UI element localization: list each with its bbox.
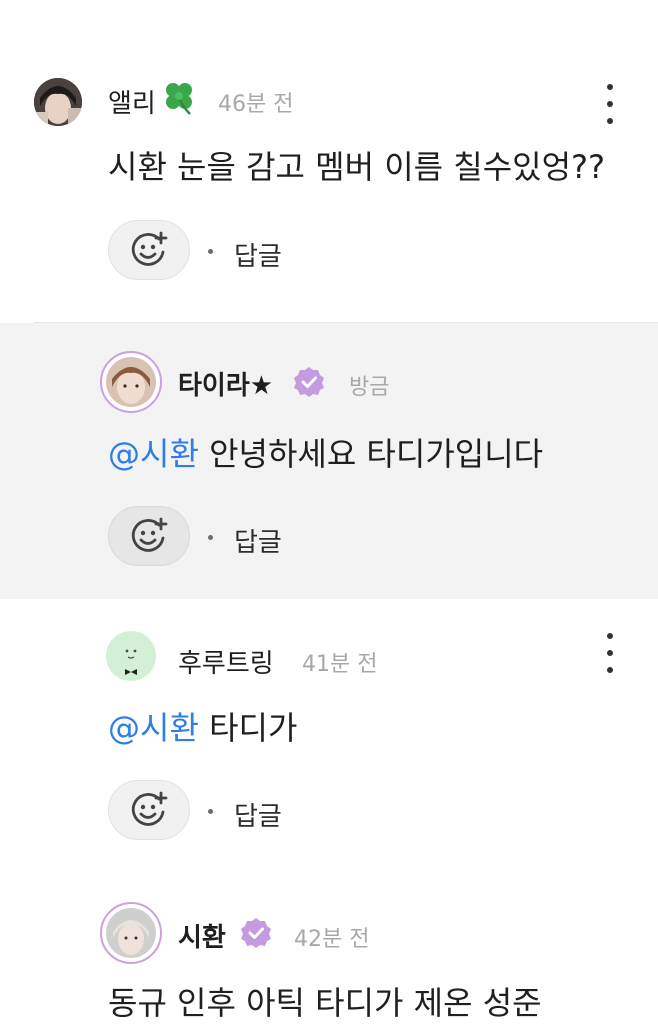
comment-text-body: 타디가 bbox=[198, 709, 298, 747]
comment-item: 후루트링 41분 전 @시환 타디가 답글 bbox=[0, 600, 658, 880]
comment-author[interactable]: 시환 bbox=[178, 917, 226, 954]
four-leaf-clover-icon bbox=[160, 78, 198, 116]
separator-dot bbox=[208, 249, 213, 254]
verified-badge-icon bbox=[240, 917, 272, 949]
comment-time: 방금 bbox=[349, 375, 390, 400]
comment-item: 시환 42분 전 동규 인후 아틱 타디가 제온 성준 bbox=[0, 880, 658, 1024]
add-reaction-button[interactable] bbox=[108, 780, 190, 840]
emoji-add-icon bbox=[131, 231, 168, 266]
separator-dot bbox=[208, 809, 213, 814]
avatar[interactable] bbox=[34, 78, 82, 126]
comment-text: 동규 인후 아틱 타디가 제온 성준 bbox=[108, 984, 542, 1022]
comment-author[interactable]: 앨리 bbox=[108, 83, 156, 120]
comment-time: 41분 전 bbox=[302, 652, 378, 677]
dot-icon bbox=[607, 101, 613, 107]
dot-icon bbox=[607, 650, 613, 656]
dot-icon bbox=[607, 633, 613, 639]
dot-icon bbox=[607, 84, 613, 90]
avatar[interactable] bbox=[106, 631, 156, 681]
reply-button[interactable]: 답글 bbox=[234, 522, 282, 559]
avatar[interactable] bbox=[100, 902, 162, 964]
mention-link[interactable]: @시환 bbox=[108, 709, 199, 747]
emoji-add-icon bbox=[131, 791, 168, 826]
more-options-button[interactable] bbox=[598, 633, 622, 673]
comment-text: @시환 타디가 bbox=[108, 703, 297, 749]
comment-time: 42분 전 bbox=[294, 927, 370, 952]
avatar[interactable] bbox=[100, 351, 162, 413]
dot-icon bbox=[607, 118, 613, 124]
comment-item-highlighted: 타이라★ 방금 @시환 안녕하세요 타디가입니다 답글 bbox=[0, 323, 658, 599]
separator-dot bbox=[208, 535, 213, 540]
comment-time: 46분 전 bbox=[218, 92, 294, 117]
add-reaction-button[interactable] bbox=[108, 506, 190, 566]
comment-item: 앨리 46분 전 시환 눈을 감고 멤버 이름 칠수있엉?? 답글 bbox=[0, 0, 658, 322]
mention-link[interactable]: @시환 bbox=[108, 435, 199, 473]
reply-button[interactable]: 답글 bbox=[234, 236, 282, 273]
more-options-button[interactable] bbox=[598, 84, 622, 124]
reply-button[interactable]: 답글 bbox=[234, 796, 282, 833]
verified-badge-icon bbox=[293, 366, 325, 398]
comment-text: 시환 눈을 감고 멤버 이름 칠수있엉?? bbox=[108, 148, 605, 186]
dot-icon bbox=[607, 667, 613, 673]
comment-author[interactable]: 후루트링 bbox=[178, 643, 274, 680]
comment-author[interactable]: 타이라★ bbox=[178, 365, 273, 402]
comment-text-body: 안녕하세요 타디가입니다 bbox=[198, 435, 544, 473]
comment-text: @시환 안녕하세요 타디가입니다 bbox=[108, 429, 543, 475]
emoji-add-icon bbox=[131, 517, 168, 552]
add-reaction-button[interactable] bbox=[108, 220, 190, 280]
